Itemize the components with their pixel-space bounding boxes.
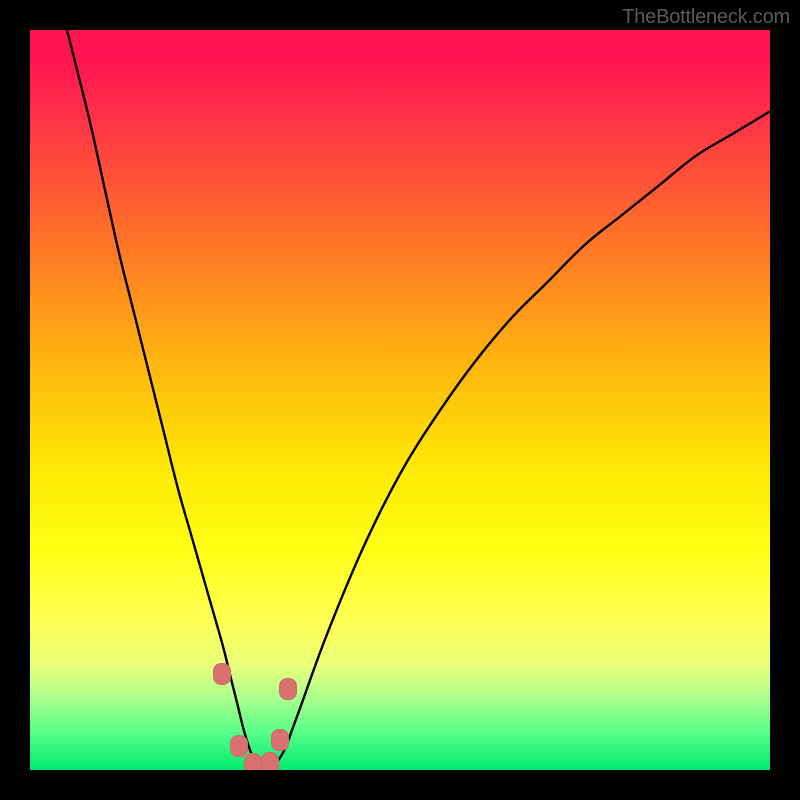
curve-marker	[261, 752, 279, 770]
curve-marker	[230, 735, 248, 757]
chart-frame: TheBottleneck.com	[0, 0, 800, 800]
watermark-text: TheBottleneck.com	[622, 6, 790, 29]
curve-marker	[279, 678, 297, 700]
curve-marker	[271, 729, 289, 751]
plot-area	[30, 30, 770, 770]
curve-markers	[30, 30, 770, 770]
bottleneck-curve	[30, 30, 770, 770]
curve-marker	[244, 753, 262, 770]
curve-marker	[213, 663, 231, 685]
